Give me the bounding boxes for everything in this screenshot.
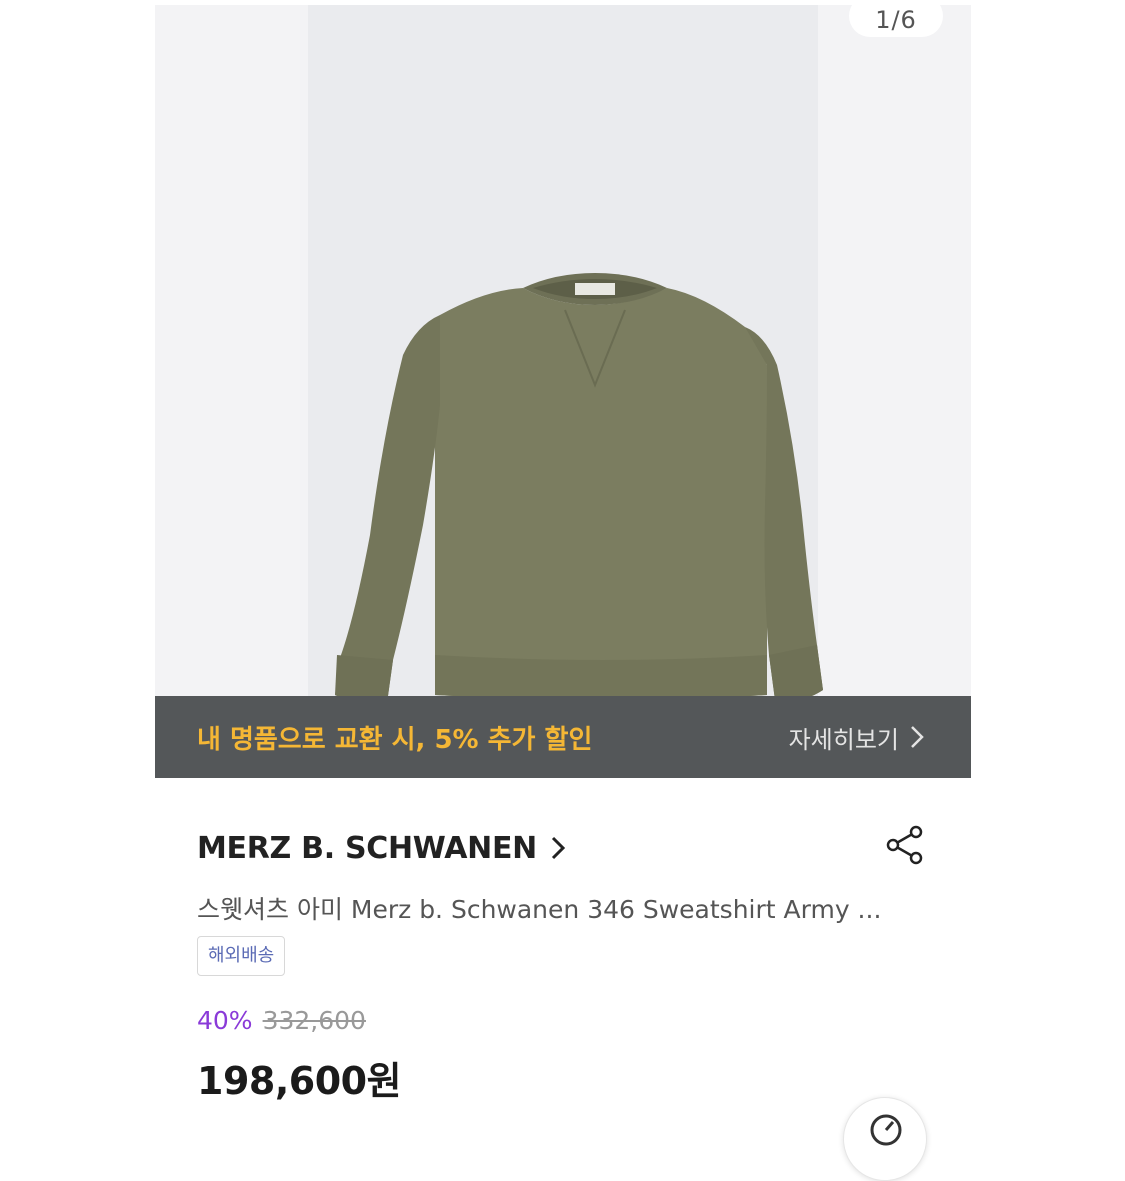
gauge-icon <box>870 1114 902 1146</box>
sale-price: 198,600원 <box>197 1059 402 1103</box>
original-price: 332,600 <box>262 1006 366 1035</box>
brand-name: MERZ B. SCHWANEN <box>197 830 537 866</box>
product-image-gallery[interactable]: 1/6 내 명품으로 교환 시, 5% 추가 할인 자세히보기 <box>155 5 971 778</box>
share-icon[interactable] <box>883 823 927 867</box>
product-detail-screen: 1/6 내 명품으로 교환 시, 5% 추가 할인 자세히보기 MERZ B. … <box>155 0 971 1181</box>
brand-link[interactable]: MERZ B. SCHWANEN <box>197 826 567 870</box>
discount-row: 40% 332,600 <box>197 1006 366 1035</box>
trade-in-promo-banner[interactable]: 내 명품으로 교환 시, 5% 추가 할인 자세히보기 <box>155 696 971 778</box>
promo-details-label: 자세히보기 <box>788 725 899 754</box>
product-title: 스웻셔츠 아미 Merz b. Schwanen 346 Sweatshirt … <box>197 895 882 924</box>
floating-action-button[interactable] <box>843 1097 927 1181</box>
overseas-shipping-badge: 해외배송 <box>197 936 286 976</box>
promo-details-link[interactable]: 자세히보기 <box>789 720 925 755</box>
image-counter: 1/6 <box>849 5 943 37</box>
chevron-right-icon <box>551 836 566 860</box>
promo-text: 내 명품으로 교환 시, 5% 추가 할인 <box>197 724 593 755</box>
chevron-right-icon <box>911 726 924 748</box>
product-image-sweatshirt <box>335 273 823 704</box>
discount-rate: 40% <box>197 1006 253 1035</box>
